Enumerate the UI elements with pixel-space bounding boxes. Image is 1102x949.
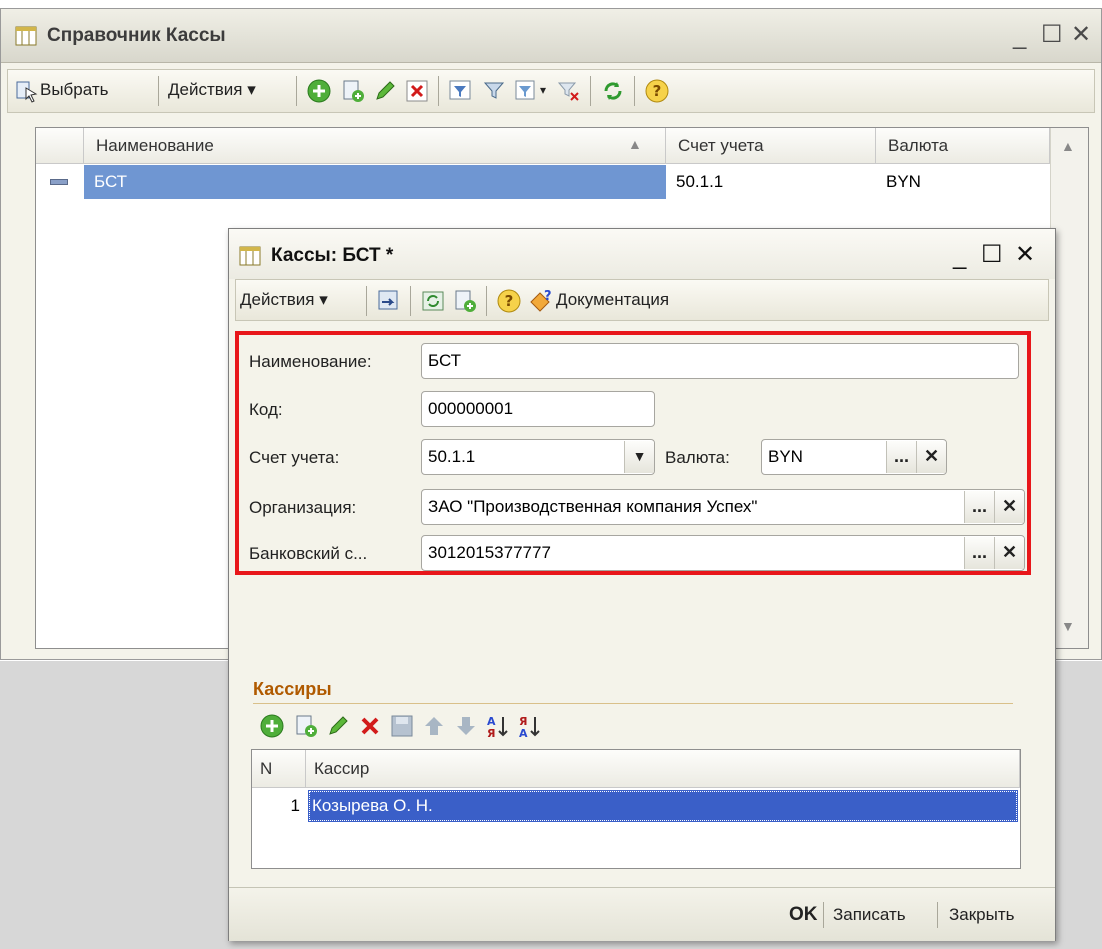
- select-icon: [16, 81, 38, 103]
- cashiers-table: N Кассир 1 Козырева О. Н.: [251, 749, 1021, 869]
- arrow-up-icon[interactable]: [421, 713, 447, 739]
- chevron-down-icon[interactable]: ▾: [540, 70, 546, 110]
- toolbar-separator: [590, 76, 591, 106]
- grid-header-marker: [36, 128, 84, 164]
- column-header-number[interactable]: N: [252, 750, 306, 788]
- toolbar-separator: [410, 286, 411, 316]
- svg-text:A: A: [519, 727, 528, 739]
- copy-icon[interactable]: [340, 78, 366, 104]
- svg-text:?: ?: [505, 292, 514, 310]
- dialog-titlebar[interactable]: Кассы: БСТ * _ ☐ ✕: [229, 229, 1055, 279]
- scroll-down-icon[interactable]: ▼: [1061, 618, 1075, 634]
- cell-account: 50.1.1: [676, 172, 724, 191]
- save-button[interactable]: Записать: [833, 888, 906, 942]
- delete-icon[interactable]: [357, 713, 383, 739]
- ok-button[interactable]: OK: [789, 888, 818, 942]
- toolbar-separator: [158, 76, 159, 106]
- cell-name: БСТ: [84, 165, 666, 199]
- table-icon: [239, 246, 261, 266]
- column-header-name[interactable]: Наименование: [84, 128, 666, 164]
- dialog-title: Кассы: БСТ *: [271, 245, 394, 266]
- sort-asc-icon: ▲: [628, 136, 642, 152]
- add-icon[interactable]: [259, 713, 285, 739]
- toolbar-separator: [634, 76, 635, 106]
- cell-currency: BYN: [886, 172, 921, 191]
- reread-icon[interactable]: [420, 288, 446, 314]
- svg-text:?: ?: [653, 82, 662, 100]
- footer-separator: [937, 902, 938, 928]
- refresh-icon[interactable]: [600, 78, 626, 104]
- filter-icon[interactable]: [448, 78, 474, 104]
- sort-asc-icon[interactable]: AЯ: [485, 713, 511, 739]
- save-close-icon[interactable]: [376, 288, 402, 314]
- help-icon[interactable]: ?: [496, 288, 522, 314]
- actions-menu[interactable]: Действия ▾: [168, 70, 256, 110]
- toolbar-separator: [486, 286, 487, 316]
- edit-icon[interactable]: [325, 713, 351, 739]
- column-header-currency[interactable]: Валюта: [876, 128, 1050, 164]
- toolbar-separator: [366, 286, 367, 316]
- maximize-button[interactable]: ☐: [1041, 23, 1063, 47]
- toolbar-separator: [296, 76, 297, 106]
- filter-list-icon[interactable]: [514, 78, 540, 104]
- minimize-button[interactable]: _: [953, 245, 966, 269]
- actions-menu[interactable]: Действия ▾: [240, 280, 328, 320]
- sort-desc-icon[interactable]: ЯA: [517, 713, 543, 739]
- cashiers-toolbar: AЯ ЯA: [253, 707, 673, 747]
- catalog-title: Справочник Кассы: [47, 25, 226, 46]
- catalog-titlebar[interactable]: Справочник Кассы _ ☐ ✕: [1, 9, 1101, 63]
- cell-cashier: Козырева О. Н.: [308, 790, 1018, 822]
- highlight-frame: [235, 331, 1031, 575]
- table-row[interactable]: 1 Козырева О. Н.: [252, 789, 1020, 823]
- delete-icon[interactable]: [404, 78, 430, 104]
- footer-separator: [823, 902, 824, 928]
- column-header-account[interactable]: Счет учета: [666, 128, 876, 164]
- minimize-button[interactable]: _: [1013, 25, 1026, 49]
- column-header-cashier[interactable]: Кассир: [306, 750, 1020, 788]
- end-edit-icon[interactable]: [389, 713, 415, 739]
- dialog-toolbar: Действия ▾ ? ? Документация: [235, 279, 1049, 321]
- copy-icon[interactable]: [452, 288, 478, 314]
- documentation-button[interactable]: Документация: [556, 280, 669, 320]
- cashiers-section-title: Кассиры: [253, 679, 332, 699]
- select-button[interactable]: Выбрать: [40, 70, 108, 110]
- row-marker-icon: [50, 179, 68, 185]
- edit-icon[interactable]: [372, 78, 398, 104]
- copy-icon[interactable]: [293, 713, 319, 739]
- toolbar-separator: [438, 76, 439, 106]
- svg-text:?: ?: [544, 289, 552, 304]
- scroll-up-icon[interactable]: ▲: [1061, 138, 1075, 154]
- documentation-icon[interactable]: ?: [528, 288, 554, 314]
- close-button[interactable]: ✕: [1071, 23, 1091, 47]
- arrow-down-icon[interactable]: [453, 713, 479, 739]
- svg-text:Я: Я: [487, 727, 495, 739]
- add-icon[interactable]: [306, 78, 332, 104]
- close-dialog-button[interactable]: Закрыть: [949, 888, 1014, 942]
- catalog-toolbar: Выбрать Действия ▾ ▾ ?: [7, 69, 1095, 113]
- table-icon: [15, 26, 37, 46]
- close-button[interactable]: ✕: [1015, 243, 1035, 267]
- clear-filter-icon[interactable]: [556, 78, 582, 104]
- cash-desk-dialog: Кассы: БСТ * _ ☐ ✕ Действия ▾ ? ? Докуме…: [228, 228, 1056, 941]
- cell-number: 1: [290, 796, 300, 815]
- table-row[interactable]: БСТ 50.1.1 BYN: [36, 165, 1050, 199]
- filter-value-icon[interactable]: [482, 78, 508, 104]
- maximize-button[interactable]: ☐: [981, 243, 1003, 267]
- dialog-footer: OK Записать Закрыть: [229, 887, 1055, 941]
- help-icon[interactable]: ?: [644, 78, 670, 104]
- section-divider: [253, 703, 1013, 704]
